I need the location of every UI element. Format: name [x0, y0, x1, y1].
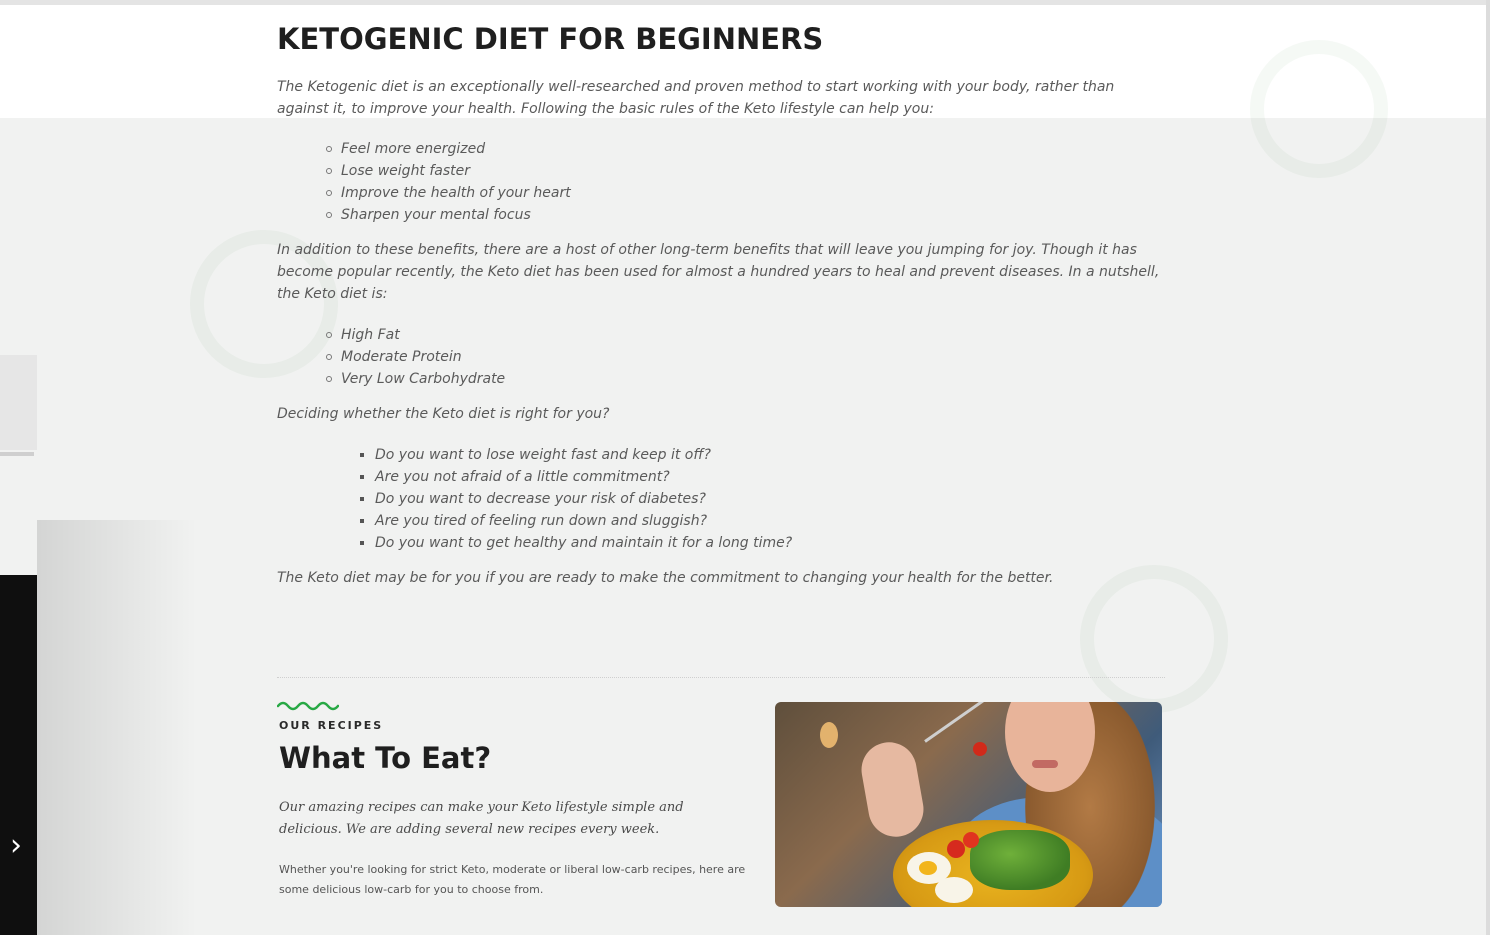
tomato-on-fork — [973, 742, 987, 756]
list-item: Do you want to lose weight fast and keep… — [359, 444, 792, 466]
section-eyebrow: OUR RECIPES — [279, 719, 384, 732]
questions-list: Do you want to lose weight fast and keep… — [359, 444, 792, 554]
photo-lips — [1032, 760, 1058, 768]
list-item: Moderate Protein — [325, 346, 505, 368]
bokeh-light — [820, 722, 838, 748]
list-item: Lose weight faster — [325, 160, 571, 182]
egg — [935, 877, 973, 903]
side-divider — [0, 452, 34, 456]
benefits-paragraph: In addition to these benefits, there are… — [277, 242, 1160, 302]
list-item: High Fat — [325, 324, 505, 346]
section-lead: Our amazing recipes can make your Keto l… — [279, 800, 684, 837]
page-title: KETOGENIC DIET FOR BEGINNERS — [277, 22, 824, 56]
section-title: What To Eat? — [279, 741, 492, 775]
intro-paragraph: The Ketogenic diet is an exceptionally w… — [277, 79, 1115, 117]
chevron-right-icon[interactable]: › — [10, 828, 34, 864]
section-body: Whether you're looking for strict Keto, … — [279, 863, 746, 896]
side-panel — [0, 355, 37, 450]
benefits-list: Feel more energized Lose weight faster I… — [325, 138, 571, 226]
slider-shadow — [37, 520, 197, 935]
right-edge — [1486, 0, 1490, 935]
list-item: Do you want to get healthy and maintain … — [359, 532, 792, 554]
salad-greens — [970, 830, 1070, 890]
list-item: Improve the health of your heart — [325, 182, 571, 204]
section-divider — [277, 677, 1165, 678]
list-item: Are you not afraid of a little commitmen… — [359, 466, 792, 488]
closing-paragraph: The Keto diet may be for you if you are … — [277, 570, 1054, 586]
list-item: Are you tired of feeling run down and sl… — [359, 510, 792, 532]
list-item: Feel more energized — [325, 138, 571, 160]
list-item: Very Low Carbohydrate — [325, 368, 505, 390]
top-strip — [0, 0, 1490, 5]
photo-hand — [857, 737, 928, 842]
list-item: Do you want to decrease your risk of dia… — [359, 488, 792, 510]
tomato — [947, 840, 965, 858]
fork — [924, 702, 992, 743]
macros-list: High Fat Moderate Protein Very Low Carbo… — [325, 324, 505, 390]
squiggle-icon — [277, 701, 339, 711]
woman-eating-salad-photo — [775, 702, 1162, 907]
image-slider — [0, 575, 37, 935]
list-item: Sharpen your mental focus — [325, 204, 571, 226]
tomato — [963, 832, 979, 848]
question-lead: Deciding whether the Keto diet is right … — [277, 406, 610, 422]
decorative-circle — [1250, 40, 1388, 178]
